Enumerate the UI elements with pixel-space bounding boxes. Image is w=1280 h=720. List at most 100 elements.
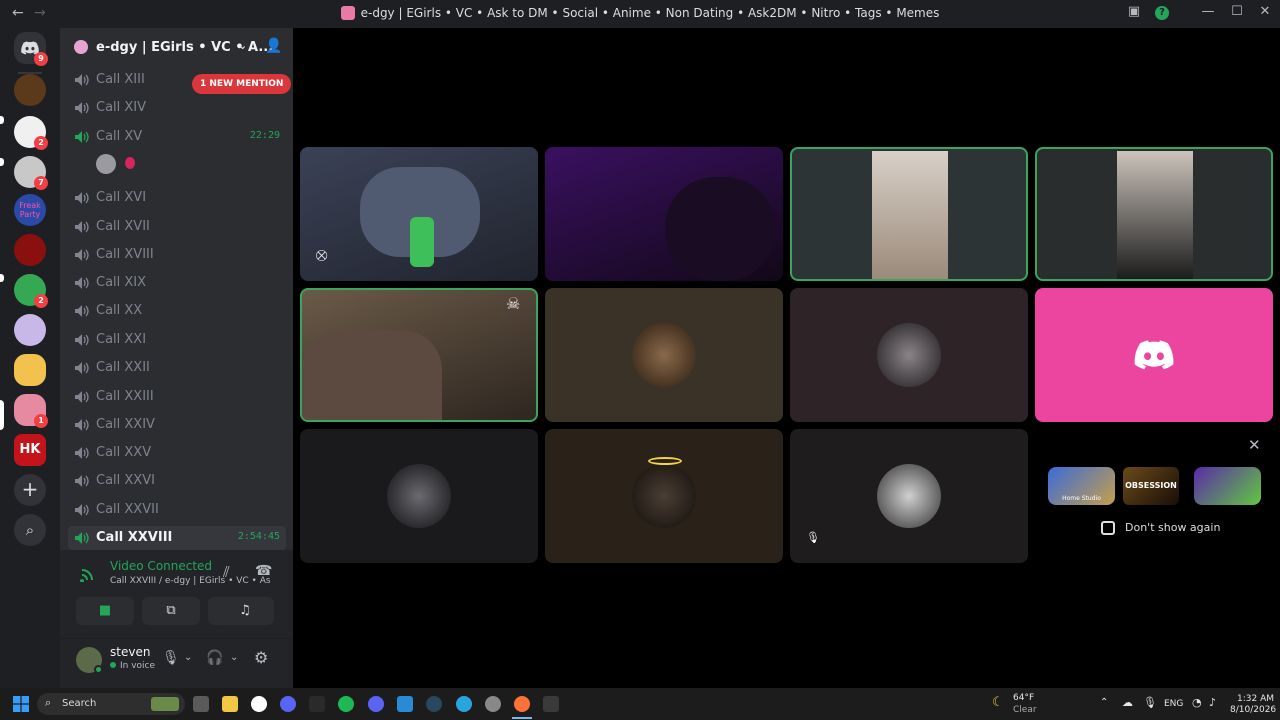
app-icon-5[interactable] (543, 696, 559, 712)
video-tile[interactable]: ⛒ (300, 147, 538, 281)
screen-share-button[interactable]: ⧉ (142, 597, 200, 625)
app-icon-2[interactable] (280, 696, 296, 712)
task-view-icon[interactable] (193, 696, 209, 712)
headphones-icon[interactable]: 🎧 (206, 650, 223, 666)
channel-call-xxvi[interactable]: Call XXVI (68, 469, 286, 493)
discord-home-button[interactable]: 9 (14, 32, 48, 66)
channel-call-xiv[interactable]: Call XIV (68, 96, 286, 120)
weather-desc[interactable]: Clear (1013, 705, 1037, 715)
server-8[interactable] (14, 354, 46, 386)
network-icon[interactable]: ☁ (1122, 696, 1133, 709)
speaker-icon (75, 221, 89, 233)
soundboard-button[interactable]: ♫ (216, 597, 274, 625)
steam-icon[interactable] (426, 696, 442, 712)
channel-call-xxvii[interactable]: Call XXVII (68, 498, 286, 522)
channel-call-xxii[interactable]: Call XXII (68, 356, 286, 380)
channel-call-xv[interactable]: Call XV 22:29 (68, 125, 286, 149)
discord-taskbar-icon[interactable] (368, 696, 384, 712)
channel-call-xxi[interactable]: Call XXI (68, 328, 286, 352)
channel-call-xiii[interactable]: Call XIII (68, 68, 286, 92)
channel-call-xx[interactable]: Call XX (68, 299, 286, 323)
voice-status[interactable]: Video Connected (110, 559, 212, 573)
app-icon-3[interactable] (397, 696, 413, 712)
dont-show-label[interactable]: Don't show again (1125, 521, 1220, 534)
voice-member-avatar[interactable] (96, 154, 116, 174)
clock-time[interactable]: 1:32 AM (1237, 694, 1274, 704)
server-1[interactable] (14, 74, 46, 106)
dont-show-checkbox[interactable] (1101, 521, 1115, 535)
voice-location[interactable]: Call XXVIII / e-dgy | EGirls • VC • As..… (110, 576, 270, 586)
avatar-tile[interactable] (545, 429, 783, 563)
chevron-down-icon[interactable]: ⌄ (238, 39, 247, 52)
server-2[interactable]: 2 (14, 116, 48, 150)
activity-card[interactable]: Home Studio (1048, 467, 1115, 505)
noise-suppression-icon[interactable]: ⫽ (223, 563, 230, 581)
server-hk[interactable]: HK (14, 434, 46, 466)
server-9[interactable]: 1 (14, 394, 48, 428)
channel-call-xix[interactable]: Call XIX (68, 271, 286, 295)
invite-people-icon[interactable]: 👤 (265, 38, 282, 54)
close-window-button[interactable]: ✕ (1255, 4, 1275, 19)
avatar-tile[interactable] (545, 288, 783, 422)
clock-date[interactable]: 8/10/2026 (1230, 705, 1276, 715)
server-3[interactable]: 7 (14, 156, 48, 190)
app-icon-1[interactable] (251, 696, 267, 712)
server-5[interactable] (14, 234, 46, 266)
video-tile-speaking[interactable] (790, 147, 1028, 281)
help-icon[interactable]: ? (1152, 4, 1172, 20)
avatar-tile[interactable] (300, 429, 538, 563)
close-icon[interactable]: ✕ (1248, 436, 1261, 454)
username[interactable]: steven (110, 645, 150, 659)
channel-call-xxv[interactable]: Call XXV (68, 441, 286, 465)
camera-button[interactable]: ■ (76, 597, 134, 625)
file-explorer-icon[interactable] (222, 696, 238, 712)
wifi-icon[interactable]: ◔ (1192, 696, 1202, 709)
volume-icon[interactable]: ♪ (1209, 696, 1216, 709)
tray-chevron-icon[interactable]: ⌃ (1100, 697, 1108, 708)
channel-call-xxiii[interactable]: Call XXIII (68, 385, 286, 409)
server-header[interactable]: e-dgy | EGirls • VC • A... ⌄ 👤 (60, 28, 293, 68)
connection-signal-icon[interactable] (80, 566, 96, 582)
disconnect-icon[interactable]: ☎ (255, 563, 272, 579)
firefox-icon[interactable] (514, 696, 530, 712)
search-icon: ⌕ (45, 696, 52, 709)
video-tile[interactable] (545, 147, 783, 281)
microphone-tray-icon[interactable]: 🎙 (1143, 696, 1157, 709)
discover-icon[interactable]: ⌕ (14, 514, 46, 546)
language-indicator[interactable]: ENG (1164, 699, 1183, 709)
avatar-tile[interactable] (790, 288, 1028, 422)
avatar-tile[interactable] (1035, 288, 1273, 422)
minimize-button[interactable]: — (1198, 4, 1218, 19)
channel-call-xvii[interactable]: Call XVII (68, 215, 286, 239)
microphone-icon[interactable]: 🎙 (162, 650, 180, 666)
screen-share-icon: ⧉ (166, 603, 176, 618)
weather-moon-icon[interactable]: ☾ (992, 695, 1004, 710)
avatar-tile[interactable]: 🎙 (790, 429, 1028, 563)
chevron-down-icon[interactable]: ⌄ (184, 652, 192, 663)
server-7[interactable] (14, 314, 46, 346)
spotify-icon[interactable] (338, 696, 354, 712)
channel-call-xxviii[interactable]: Call XXVIII 2:54:45 (68, 526, 286, 550)
channel-name: Call XXVI (96, 473, 155, 488)
telegram-icon[interactable] (456, 696, 472, 712)
search-box[interactable]: ⌕ Search (37, 693, 185, 715)
channel-call-xxiv[interactable]: Call XXIV (68, 413, 286, 437)
weather-temp[interactable]: 64°F (1013, 693, 1034, 703)
server-6[interactable]: 2 (14, 274, 48, 308)
app-icon-4[interactable] (485, 696, 501, 712)
activity-card[interactable] (1194, 467, 1261, 505)
video-tile-speaking[interactable]: ☠ (300, 288, 538, 422)
inbox-icon[interactable]: ▣ (1124, 4, 1144, 19)
add-server-button[interactable]: + (14, 474, 46, 506)
channel-call-xviii[interactable]: Call XVIII (68, 243, 286, 267)
audio-app-icon[interactable] (309, 696, 325, 712)
windows-start-icon[interactable] (13, 696, 29, 712)
maximize-button[interactable]: ☐ (1227, 4, 1247, 19)
unread-pill (0, 158, 4, 166)
server-freak-party[interactable]: Freak Party (14, 194, 46, 226)
channel-call-xvi[interactable]: Call XVI (68, 186, 286, 210)
video-tile-speaking[interactable] (1035, 147, 1273, 281)
activity-card[interactable]: OBSESSION (1123, 467, 1179, 505)
gear-icon[interactable]: ⚙ (254, 648, 268, 667)
chevron-down-icon[interactable]: ⌄ (230, 652, 238, 663)
